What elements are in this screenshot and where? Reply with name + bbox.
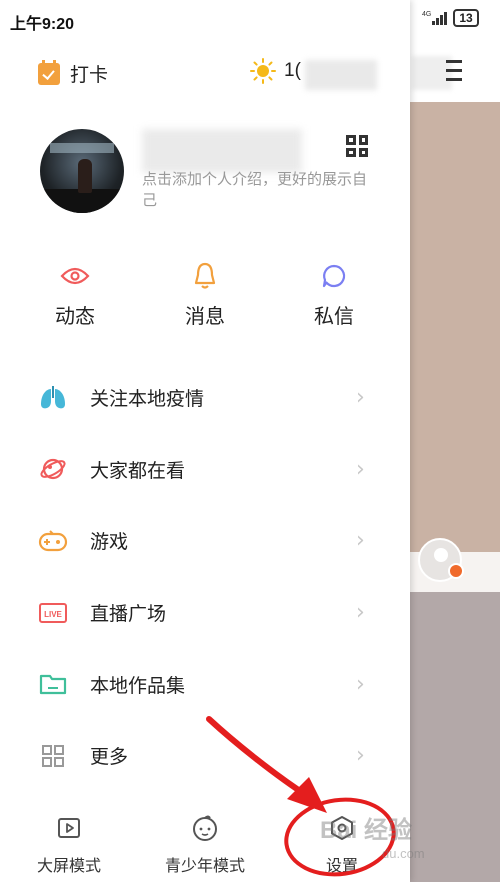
child-face-icon [193,815,217,841]
folder-icon [39,675,67,695]
checkin-button[interactable]: 打卡 [38,59,109,87]
teen-mode-button[interactable]: 青少年模式 [160,812,250,876]
live-icon: LIVE [39,602,67,623]
quick-action-label: 动态 [55,306,95,328]
chevron-right-icon: › [356,456,365,482]
menu-item-label: 游戏 [90,532,129,554]
menu-item-trending[interactable]: 大家都在看 › [0,434,410,506]
chevron-right-icon: › [356,600,365,626]
quick-action-dynamics[interactable]: 动态 [35,262,115,329]
checkin-label: 打卡 [70,65,109,86]
bottom-item-label: 大屏模式 [36,858,101,875]
background-video-thumbnail-2[interactable] [410,592,500,882]
grid-icon [42,744,64,767]
avatar[interactable] [40,129,124,213]
calendar-check-icon [38,59,60,85]
menu-item-label: 本地作品集 [90,675,186,697]
avatar-photo-person [78,159,92,193]
profile-bio[interactable]: 点击添加个人介绍，更好的展示自己 [142,169,367,211]
menu-item-games[interactable]: 游戏 › [0,505,410,577]
annotation-arrow [206,716,327,813]
menu-item-local-works[interactable]: 本地作品集 › [0,648,410,720]
weather-widget[interactable]: 1( [250,58,301,84]
qr-code-icon[interactable] [346,135,368,157]
gamepad-icon [38,530,68,552]
chevron-right-icon: › [356,743,365,769]
temperature-text: 1( [284,60,301,81]
redacted-weather [305,60,377,90]
hamburger-icon[interactable] [446,60,462,82]
menu-item-label: 大家都在看 [90,460,186,482]
status-indicators: 4G 13 [422,9,479,27]
chevron-right-icon: › [356,385,365,411]
menu-item-label: 关注本地疫情 [90,389,205,411]
chat-bubble-icon [322,264,346,288]
chevron-right-icon: › [356,671,365,697]
quick-action-label: 消息 [185,306,225,328]
svg-text:LIVE: LIVE [44,610,62,619]
status-bar: 上午9:20 4G 13 [0,0,500,40]
quick-action-messages[interactable]: 消息 [165,262,245,329]
lungs-icon [41,385,65,409]
play-screen-icon [58,818,80,838]
quick-action-label: 私信 [314,306,354,328]
quick-actions: 动态 消息 私信 [0,262,410,332]
network-type: 4G [422,11,432,18]
bottom-item-label: 青少年模式 [164,858,245,875]
avatar-photo-light [50,143,114,153]
background-video-thumbnail[interactable] [410,102,500,552]
menu-item-label: 直播广场 [90,604,167,626]
signal-icon: 4G [422,11,448,25]
battery-icon: 13 [453,9,479,27]
bell-icon [194,262,216,289]
menu-item-label: 更多 [90,747,129,769]
follow-badge-icon [448,563,464,579]
big-screen-mode-button[interactable]: 大屏模式 [34,812,104,876]
planet-icon [40,459,66,480]
background-app [410,0,500,882]
profile-section[interactable]: 点击添加个人介绍，更好的展示自己 [0,125,410,225]
redacted-username [142,129,302,173]
chevron-right-icon: › [356,528,365,554]
watermark-subtext: du.com [382,846,425,861]
sun-icon [250,58,276,84]
quick-action-private-message[interactable]: 私信 [294,262,374,329]
status-time: 上午9:20 [10,16,75,33]
watermark-text: Bai 经验 [320,817,413,844]
menu-item-live-square[interactable]: LIVE 直播广场 › [0,577,410,649]
menu-item-local-epidemic[interactable]: 关注本地疫情 › [0,362,410,434]
eye-icon [60,267,90,285]
